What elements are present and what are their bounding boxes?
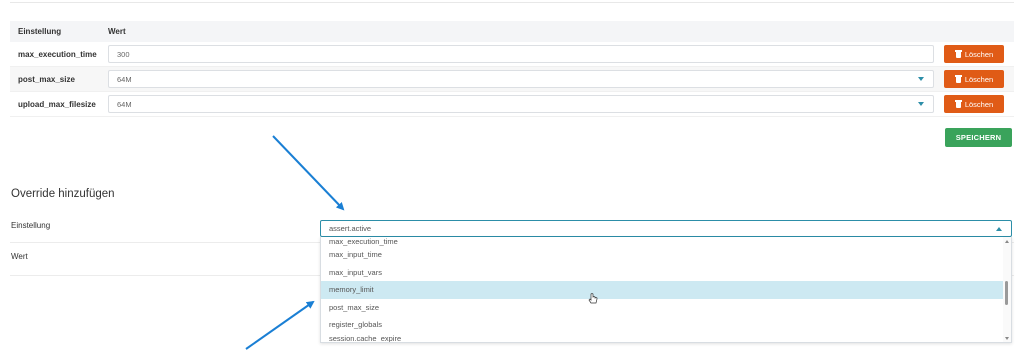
value-select[interactable]: 64M xyxy=(108,70,934,88)
dropdown-option[interactable]: register_globals xyxy=(321,316,1003,334)
setting-name: post_max_size xyxy=(18,74,75,84)
trash-icon xyxy=(954,75,962,83)
setting-dropdown-list[interactable]: max_execution_time max_input_time max_in… xyxy=(320,237,1012,343)
dropdown-option[interactable]: post_max_size xyxy=(321,299,1003,317)
value-input[interactable]: 300 xyxy=(108,45,934,63)
selected-value: assert.active xyxy=(329,224,372,233)
save-button[interactable]: SPEICHERN xyxy=(945,128,1012,147)
scroll-up-icon[interactable] xyxy=(1005,240,1009,243)
delete-button[interactable]: Löschen xyxy=(944,95,1004,113)
dropdown-option[interactable]: session.cache_expire xyxy=(321,334,1003,342)
setting-name: max_execution_time xyxy=(18,49,97,59)
chevron-up-icon xyxy=(996,227,1002,231)
chevron-down-icon xyxy=(918,102,924,106)
annotation-arrow xyxy=(272,135,345,211)
column-header-value: Wert xyxy=(108,27,126,36)
setting-name: upload_max_filesize xyxy=(18,99,96,109)
scroll-down-icon[interactable] xyxy=(1005,337,1009,340)
setting-select[interactable]: assert.active xyxy=(320,220,1012,237)
dropdown-option[interactable]: max_input_time xyxy=(321,246,1003,264)
annotation-arrow xyxy=(245,300,315,350)
table-row: post_max_size 64M Löschen xyxy=(10,67,1014,92)
delete-button[interactable]: Löschen xyxy=(944,45,1004,63)
dropdown-scrollbar[interactable] xyxy=(1003,237,1011,342)
settings-table: Einstellung Wert max_execution_time 300 … xyxy=(10,21,1014,117)
value-select[interactable]: 64M xyxy=(108,95,934,113)
value-text: 64M xyxy=(117,74,132,84)
delete-button[interactable]: Löschen xyxy=(944,70,1004,88)
setting-label: Einstellung xyxy=(11,221,51,230)
scrollbar-thumb[interactable] xyxy=(1005,281,1008,305)
trash-icon xyxy=(954,50,962,58)
trash-icon xyxy=(954,100,962,108)
section-title: Override hinzufügen xyxy=(11,188,115,200)
dropdown-option[interactable]: max_execution_time xyxy=(321,237,1003,246)
table-header: Einstellung Wert xyxy=(10,21,1014,42)
divider xyxy=(10,2,1014,3)
table-row: max_execution_time 300 Löschen xyxy=(10,42,1014,67)
column-header-setting: Einstellung xyxy=(18,27,62,36)
dropdown-option[interactable]: max_input_vars xyxy=(321,264,1003,282)
value-text: 64M xyxy=(117,99,132,109)
hand-pointer-icon xyxy=(588,293,598,304)
delete-label: Löschen xyxy=(964,99,994,109)
value-label: Wert xyxy=(11,252,28,261)
table-row: upload_max_filesize 64M Löschen xyxy=(10,92,1014,117)
dropdown-option-highlighted[interactable]: memory_limit xyxy=(321,281,1003,299)
delete-label: Löschen xyxy=(964,49,994,59)
delete-label: Löschen xyxy=(964,74,994,84)
chevron-down-icon xyxy=(918,77,924,81)
value-text: 300 xyxy=(117,49,130,59)
